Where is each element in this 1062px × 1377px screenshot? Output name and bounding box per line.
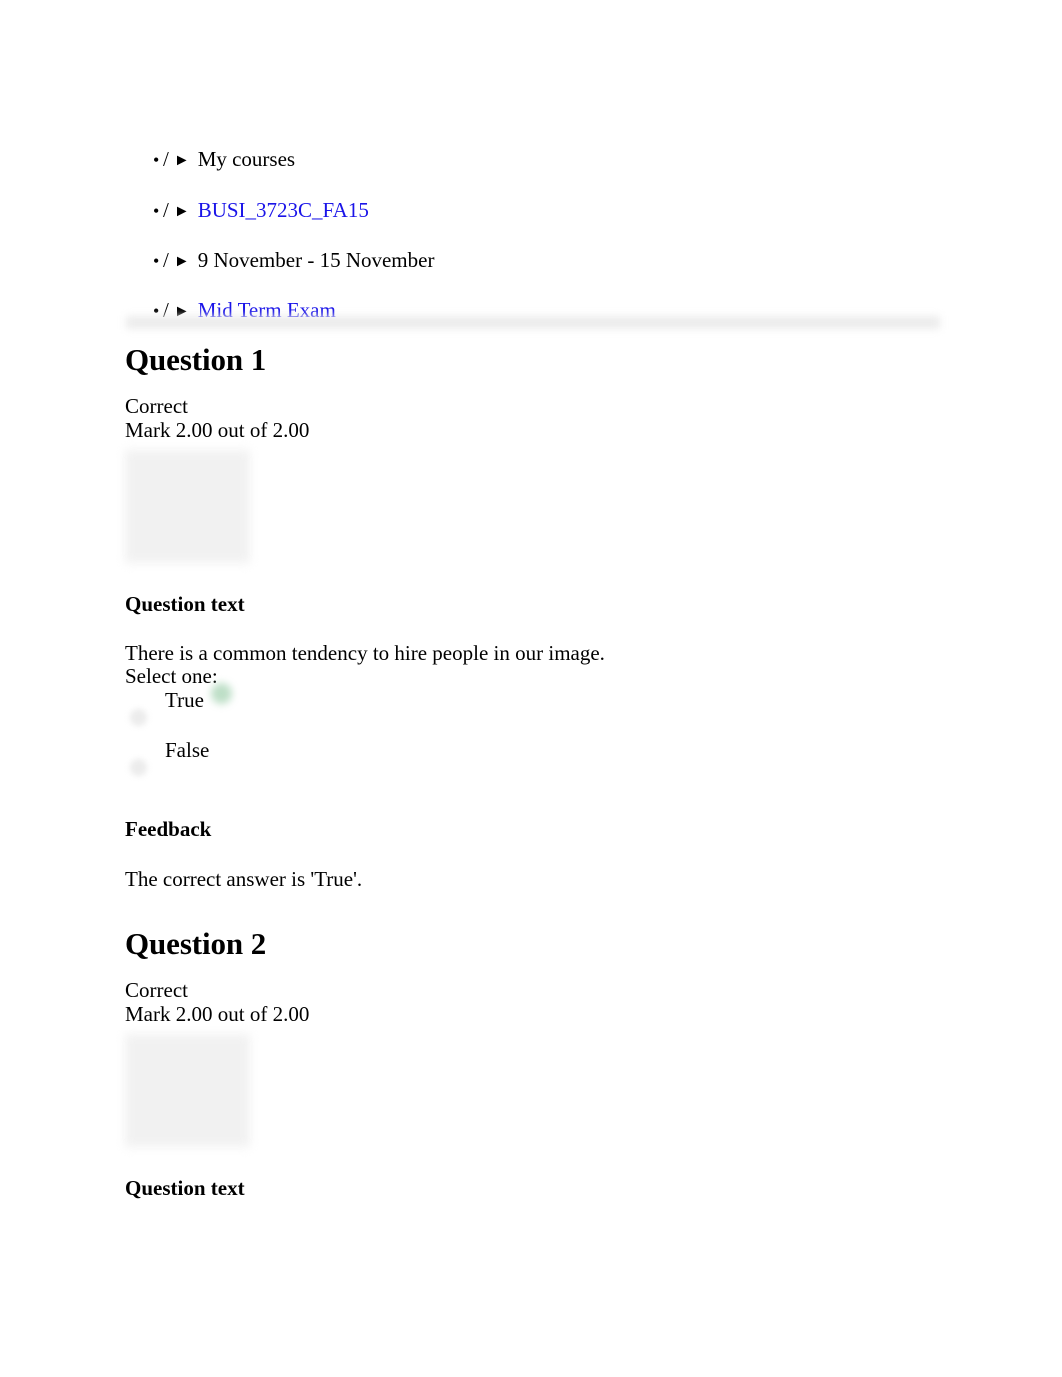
list-bullet-icon: • [153,150,160,170]
answer-label-false: False [165,738,210,762]
answer-option-true[interactable]: True [125,683,1062,738]
question-1-flag-placeholder[interactable] [125,450,250,563]
question-2-state: Correct [125,978,188,1002]
breadcrumb-separator: / [163,198,169,222]
breadcrumb-item-course: • / ► BUSI_3723C_FA15 [125,197,369,223]
question-2-info: Correct Mark 2.00 out of 2.00 [0,978,1062,1026]
question-1-body: There is a common tendency to hire peopl… [0,642,1062,788]
header-divider [126,316,940,329]
question-1-heading: Question 1 [125,342,267,377]
triangle-right-icon: ► [173,253,190,270]
question-2-flag-placeholder[interactable] [125,1034,250,1147]
correct-check-icon [211,683,232,704]
triangle-right-icon: ► [173,203,190,220]
breadcrumb-item-week: • / ► 9 November - 15 November [125,247,434,273]
breadcrumb-separator: / [163,248,169,272]
list-bullet-icon: • [153,251,160,271]
question-block-2: Question 2 Correct Mark 2.00 out of 2.00… [0,924,1062,1218]
question-1-select-prompt: Select one: [125,664,218,688]
radio-button-false[interactable] [130,759,147,776]
breadcrumb-label-my-courses: My courses [197,147,296,171]
triangle-right-icon: ► [173,152,190,169]
question-1-feedback-text: The correct answer is 'True'. [125,867,363,891]
answer-label-true: True [165,688,204,712]
breadcrumb-separator: / [163,147,169,171]
question-1-answer-list: True False [125,683,1062,788]
question-block-1: Question 1 Correct Mark 2.00 out of 2.00… [0,340,1062,891]
breadcrumb-item-my-courses: • / ► My courses [125,146,295,172]
question-1-question-text-heading: Question text [125,592,245,616]
quiz-review-page: • / ► My courses • / ► BUSI_3723C_FA15 • / ► 9 No… [0,0,1062,1377]
question-1-stem: There is a common tendency to hire peopl… [125,641,605,665]
answer-option-false[interactable]: False [125,738,1062,788]
question-1-state: Correct [125,394,188,418]
breadcrumb-link-course[interactable]: BUSI_3723C_FA15 [198,198,369,222]
breadcrumb-label-week: 9 November - 15 November [197,248,435,272]
question-1-info: Correct Mark 2.00 out of 2.00 [0,394,1062,442]
question-2-question-text-heading: Question text [125,1176,245,1200]
question-1-feedback-heading: Feedback [125,817,212,841]
question-2-mark: Mark 2.00 out of 2.00 [125,1002,310,1026]
question-1-mark: Mark 2.00 out of 2.00 [125,418,310,442]
question-2-heading: Question 2 [125,926,267,961]
radio-button-true[interactable] [130,709,147,726]
list-bullet-icon: • [153,201,160,221]
